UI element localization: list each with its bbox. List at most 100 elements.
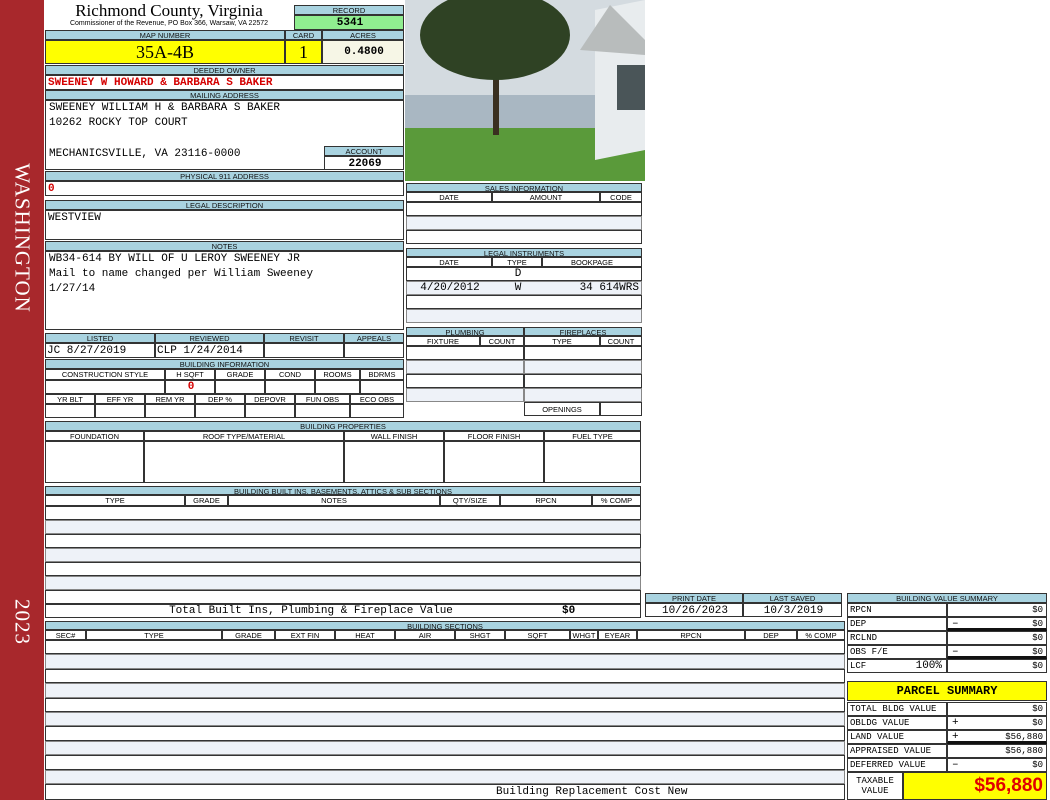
- fireplaces-header: TYPE: [524, 336, 600, 346]
- map-number-label: MAP NUMBER: [45, 30, 285, 40]
- taxable-value: $56,880: [903, 772, 1047, 800]
- value-summary-label: BUILDING VALUE SUMMARY: [847, 593, 1047, 603]
- building-sections-header: SQFT: [505, 630, 570, 640]
- building-info-header: REM YR: [145, 394, 195, 404]
- acres-label: ACRES: [322, 30, 404, 40]
- legal-instruments-header: TYPE: [492, 257, 542, 267]
- building-properties-cell: [45, 441, 144, 483]
- legal-instruments-header: DATE: [406, 257, 492, 267]
- building-section-row: [45, 668, 845, 684]
- lcf-percent: 100%: [915, 660, 942, 672]
- building-info-cell: [145, 404, 195, 418]
- listed-value: JC 8/27/2019: [47, 345, 127, 357]
- fireplace-row: [524, 374, 642, 388]
- parcel-row-op: +: [952, 731, 959, 743]
- building-properties-cell: [344, 441, 444, 483]
- building-info-cell: [360, 380, 404, 394]
- fireplaces-header: COUNT: [600, 336, 642, 346]
- plumbing-row: [406, 374, 524, 388]
- review-header: REVIEWED: [155, 333, 264, 343]
- building-info-cell: [45, 404, 95, 418]
- built-ins-header: TYPE: [45, 495, 185, 506]
- mailing-address-label: MAILING ADDRESS: [45, 90, 404, 100]
- openings-label: OPENINGS: [524, 402, 600, 416]
- plumbing-label: PLUMBING: [406, 327, 524, 336]
- building-info-cell: [95, 404, 145, 418]
- building-info-cell: [315, 380, 360, 394]
- map-number-value: 35A-4B: [45, 40, 285, 64]
- legal-description-value: WESTVIEW: [45, 210, 404, 240]
- sales-row: [406, 216, 642, 230]
- building-sections-header: EXT FIN: [275, 630, 335, 640]
- building-section-row: [45, 712, 845, 727]
- instrument-type: W: [514, 282, 522, 294]
- deeded-owner-label: DEEDED OWNER: [45, 65, 404, 75]
- last-saved-label: LAST SAVED: [743, 593, 842, 603]
- building-properties-header: ROOF TYPE/MATERIAL: [144, 431, 344, 441]
- fireplace-row: [524, 346, 642, 360]
- review-header: REVISIT: [264, 333, 344, 343]
- building-properties-cell: [144, 441, 344, 483]
- legal-instruments-label: LEGAL INSTRUMENTS: [406, 248, 642, 257]
- built-ins-total-value: $0: [562, 605, 576, 617]
- legal-instrument-row: [406, 309, 642, 323]
- built-ins-header: RPCN: [500, 495, 592, 506]
- building-info-header: DEP %: [195, 394, 245, 404]
- legal-description-label: LEGAL DESCRIPTION: [45, 200, 404, 210]
- built-ins-row: [45, 562, 641, 576]
- last-saved-value: 10/3/2019: [743, 603, 842, 617]
- plumbing-header: FIXTURE: [406, 336, 480, 346]
- building-properties-cell: [444, 441, 544, 483]
- building-info-cell: [195, 404, 245, 418]
- building-section-row: [45, 654, 845, 669]
- value-summary-op: [950, 631, 964, 645]
- review-cell: [344, 343, 404, 358]
- built-ins-total-label: Total Built Ins, Plumbing & Fireplace Va…: [169, 605, 453, 617]
- county-title: Richmond County, Virginia: [75, 1, 263, 20]
- value-summary-op: [950, 603, 964, 617]
- building-info-header: COND: [265, 369, 315, 380]
- building-info-header: H SQFT: [165, 369, 215, 380]
- built-ins-row: [45, 520, 641, 534]
- building-info-header: DEPOVR: [245, 394, 295, 404]
- print-date-value: 10/26/2023: [645, 603, 743, 617]
- deeded-owner-value: SWEENEY W HOWARD & BARBARA S BAKER: [45, 75, 404, 90]
- built-ins-header: NOTES: [228, 495, 440, 506]
- instrument-bookpage: [542, 267, 642, 281]
- record-label: RECORD: [294, 5, 404, 15]
- building-sections-footer: Building Replacement Cost New: [45, 784, 845, 800]
- building-info-header: FUN OBS: [295, 394, 350, 404]
- building-properties-cell: [544, 441, 641, 483]
- notes-label: NOTES: [45, 241, 404, 251]
- value-summary-row-label: RPCN: [847, 603, 947, 617]
- parcel-summary-label: PARCEL SUMMARY: [847, 681, 1047, 701]
- account-value: 22069: [324, 156, 404, 170]
- built-ins-header: % COMP: [592, 495, 641, 506]
- built-ins-row: [45, 506, 641, 520]
- parcel-row-label: APPRAISED VALUE: [847, 744, 947, 758]
- value-summary-op: –: [952, 646, 959, 658]
- building-info-header: YR BLT: [45, 394, 95, 404]
- building-section-row: [45, 755, 845, 770]
- taxable-value-label: TAXABLE VALUE: [847, 772, 903, 800]
- built-ins-row: [45, 590, 641, 604]
- built-ins-header: GRADE: [185, 495, 228, 506]
- building-info-cell: [45, 380, 165, 394]
- built-ins-row: [45, 576, 641, 590]
- notes-line: 1/27/14: [49, 283, 96, 295]
- notes-line: WB34-614 BY WILL OF U LEROY SWEENEY JR: [49, 253, 300, 265]
- building-properties-header: FUEL TYPE: [544, 431, 641, 441]
- record-value: 5341: [294, 15, 404, 30]
- parcel-row-op: +: [952, 717, 959, 729]
- card-value: 1: [285, 40, 322, 64]
- parcel-row-label: TOTAL BLDG VALUE: [847, 702, 947, 716]
- instrument-bookpage: 34 614WRS: [579, 282, 639, 294]
- legal-instrument-row: [406, 295, 642, 309]
- card-label: CARD: [285, 30, 322, 40]
- building-info-header: CONSTRUCTION STYLE: [45, 369, 165, 380]
- sales-header: CODE: [600, 192, 642, 202]
- building-sections-header: DEP: [745, 630, 797, 640]
- building-sections-header: % COMP: [797, 630, 845, 640]
- built-ins-label: BUILDING BUILT INS, BASEMENTS, ATTICS & …: [45, 486, 641, 495]
- building-sections-header: SEC#: [45, 630, 86, 640]
